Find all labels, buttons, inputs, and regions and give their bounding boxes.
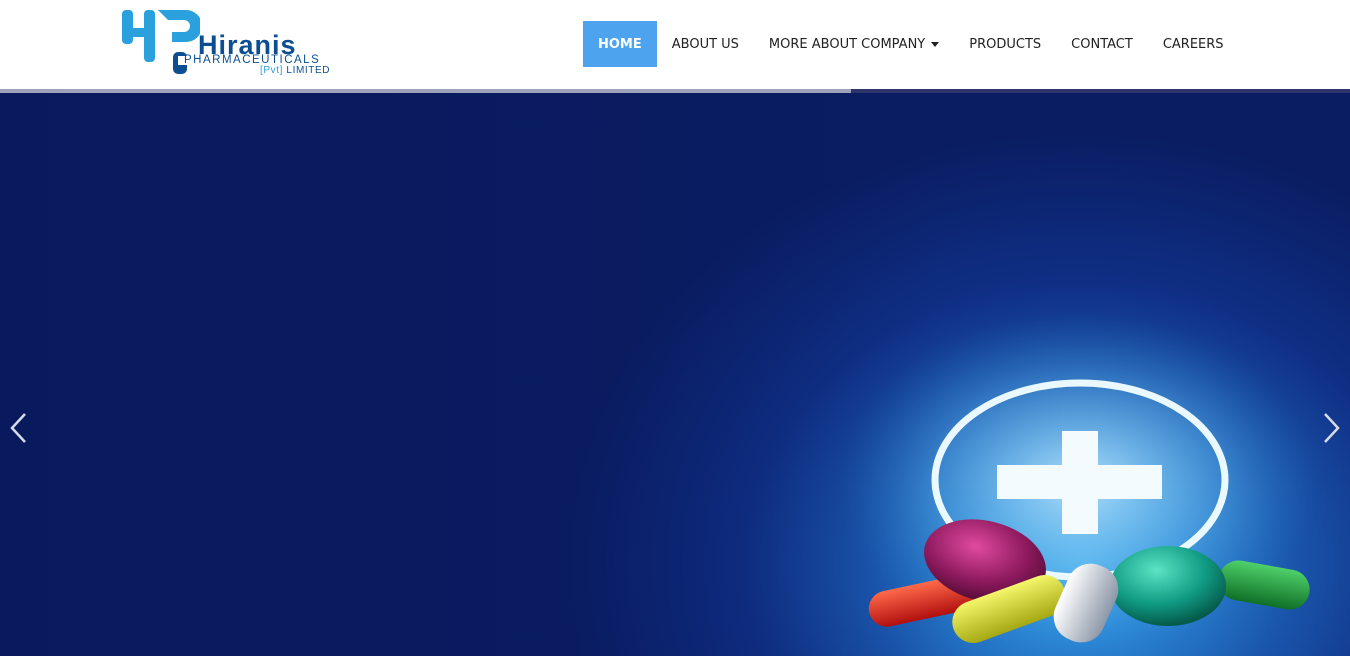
nav-products[interactable]: PRODUCTS	[954, 21, 1056, 67]
brand-subtitle-limited: [Pvt] LIMITED	[260, 66, 330, 76]
nav-more-about-company[interactable]: MORE ABOUT COMPANY	[754, 21, 954, 67]
chevron-right-icon	[1324, 413, 1340, 443]
nav-more-about-company-label: MORE ABOUT COMPANY	[768, 36, 926, 52]
chevron-left-icon	[10, 413, 26, 443]
hiranis-logo[interactable]: Hiranis PHARMACEUTICALS [Pvt] LIMITED	[120, 8, 365, 78]
nav-about-us[interactable]: ABOUT US	[657, 21, 754, 67]
caret-down-icon	[931, 42, 940, 47]
slider-prev-button[interactable]	[7, 411, 31, 445]
medical-cross-with-pills-image	[840, 313, 1320, 653]
nav-home[interactable]: HOME	[583, 21, 657, 67]
site-header: Hiranis PHARMACEUTICALS [Pvt] LIMITED HO…	[0, 0, 1350, 89]
hero-slider[interactable]	[0, 93, 1350, 656]
main-nav: HOME ABOUT US MORE ABOUT COMPANY PRODUCT…	[583, 21, 1239, 67]
nav-careers[interactable]: CAREERS	[1148, 21, 1239, 67]
slider-next-button[interactable]	[1319, 411, 1343, 445]
brand-pvt: [Pvt]	[260, 65, 284, 76]
nav-contact[interactable]: CONTACT	[1056, 21, 1148, 67]
brand-limited: LIMITED	[286, 65, 331, 76]
